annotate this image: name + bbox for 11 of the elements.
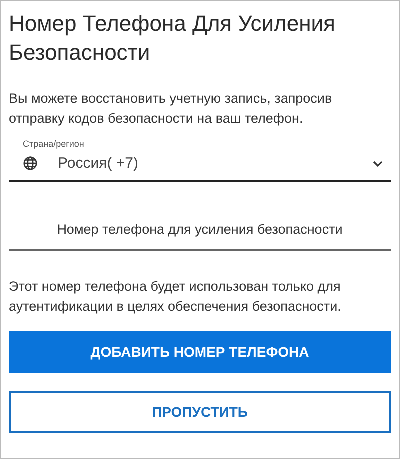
skip-button[interactable]: ПРОПУСТИТЬ (9, 391, 391, 433)
description-text: Вы можете восстановить учетную запись, запросив отправку кодов безопасности на ваш телефон. (9, 90, 334, 128)
country-select[interactable]: Страна/регион Россия( +7) (9, 139, 391, 182)
add-phone-button[interactable]: ДОБАВИТЬ НОМЕР ТЕЛЕФОНА (9, 331, 391, 373)
globe-icon (23, 156, 38, 171)
note-text: Этот номер телефона будет использован только для аутентификации в целях обеспечения безопасности. (9, 278, 342, 316)
page-title: Номер Телефона Для Усиления Безопасности (9, 10, 336, 67)
country-value: Россия( +7) (58, 155, 140, 172)
phone-input-field[interactable]: Номер телефона для усиления безопасности (9, 222, 391, 251)
chevron-down-icon (373, 160, 383, 166)
field-label: Страна/регион (23, 139, 86, 149)
